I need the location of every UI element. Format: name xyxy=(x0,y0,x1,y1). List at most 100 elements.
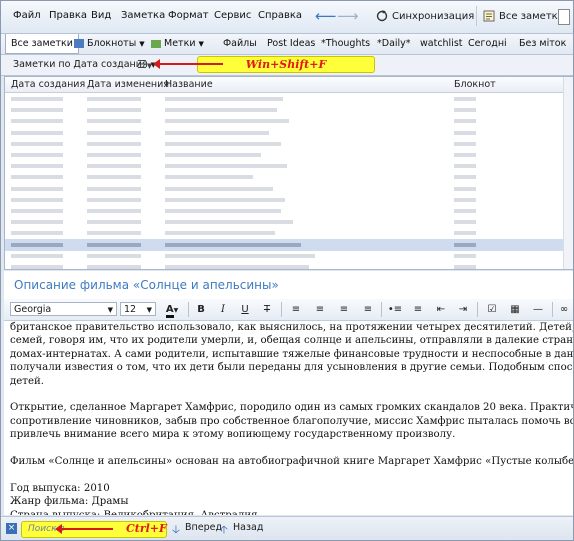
note-list-row[interactable] xyxy=(5,160,573,172)
menu-edit[interactable]: Правка xyxy=(49,10,87,21)
note-list-row[interactable] xyxy=(5,171,573,183)
checkbox-icon[interactable]: ☑ xyxy=(484,302,500,317)
tags-dropdown[interactable]: Метки ▼ xyxy=(151,34,204,54)
note-paragraph-line xyxy=(4,442,573,455)
horizontal-rule-icon[interactable]: — xyxy=(530,302,546,317)
blurred-cell xyxy=(11,108,63,113)
strikethrough-button[interactable]: T xyxy=(259,302,275,317)
annotation-win-shift-f: Win+Shift+F xyxy=(197,56,375,73)
col-notebook[interactable]: Блокнот xyxy=(454,79,496,90)
col-modified[interactable]: Дата изменения xyxy=(87,79,169,90)
table-icon[interactable]: ▦ xyxy=(507,302,523,317)
note-list-row[interactable] xyxy=(5,227,573,239)
menu-format[interactable]: Формат xyxy=(168,10,209,21)
note-paragraph-line: домах-интернатах. А сами родители, испыт… xyxy=(10,348,573,360)
toolbar-separator xyxy=(281,302,282,317)
view-mode-icon[interactable]: ☰▼ xyxy=(137,58,152,71)
col-created[interactable]: Дата создания xyxy=(11,79,85,90)
italic-button[interactable]: I xyxy=(215,302,231,317)
tag-today[interactable]: Сегодні xyxy=(468,34,507,54)
back-up-arrow-icon[interactable]: 🡡 xyxy=(220,521,228,540)
blurred-cell xyxy=(454,220,476,225)
blurred-cell xyxy=(87,242,141,247)
menu-tools[interactable]: Сервис xyxy=(214,10,251,21)
note-list-row[interactable] xyxy=(5,93,573,105)
note-list-row[interactable] xyxy=(5,183,573,195)
blurred-cell xyxy=(87,175,141,180)
align-right-icon[interactable]: ≡ xyxy=(336,302,352,317)
all-notes-view-button[interactable]: Все заметки xyxy=(476,6,570,26)
note-editor[interactable]: британское правительство использовало, к… xyxy=(4,321,573,515)
find-next-button[interactable]: Вперед xyxy=(185,522,222,533)
align-justify-icon[interactable]: ≡ xyxy=(360,302,376,317)
underline-button[interactable]: U xyxy=(237,302,253,317)
note-list-row[interactable] xyxy=(5,115,573,127)
find-previous-button[interactable]: Назад xyxy=(233,522,263,533)
note-list-row[interactable] xyxy=(5,238,573,251)
note-list-row[interactable] xyxy=(5,216,573,228)
blurred-cell xyxy=(87,209,141,213)
toolbar-separator xyxy=(188,302,189,317)
notes-list: Дата создания Дата изменения Название Бл… xyxy=(4,76,573,270)
tag-post-ideas[interactable]: Post Ideas xyxy=(267,34,315,54)
blurred-cell xyxy=(87,265,141,269)
toolbar-separator xyxy=(477,302,478,317)
menu-help[interactable]: Справка xyxy=(258,10,302,21)
blurred-cell xyxy=(87,186,141,191)
indent-icon[interactable]: ⇥ xyxy=(455,302,471,317)
note-title-bar: Описание фильма «Солнце и апельсины» xyxy=(4,271,573,300)
numbered-list-icon[interactable]: ≡ xyxy=(410,302,426,317)
notebook-icon xyxy=(74,39,84,48)
align-left-icon[interactable]: ≡ xyxy=(288,302,304,317)
align-center-icon[interactable]: ≡ xyxy=(312,302,328,317)
note-list-row[interactable] xyxy=(5,104,573,116)
bulleted-list-icon[interactable]: •≡ xyxy=(387,302,403,317)
note-list-row[interactable] xyxy=(5,138,573,150)
note-list-row[interactable] xyxy=(5,261,573,269)
forward-down-arrow-icon[interactable]: 🡣 xyxy=(172,521,180,540)
menu-file[interactable]: Файл xyxy=(13,10,41,21)
annotation-arrow-sort xyxy=(153,59,223,69)
back-arrow-icon[interactable]: ⟵ xyxy=(315,8,337,24)
tag-thoughts[interactable]: *Thoughts xyxy=(321,34,370,54)
blurred-cell xyxy=(165,130,269,135)
note-list-row[interactable] xyxy=(5,127,573,139)
note-paragraph-line: детей. xyxy=(10,375,44,387)
list-scrollbar[interactable] xyxy=(563,77,573,269)
window-edge-icon xyxy=(558,9,570,25)
note-list-row[interactable] xyxy=(5,250,573,262)
blurred-cell xyxy=(165,164,287,169)
tag-watchlist[interactable]: watchlist xyxy=(420,34,463,54)
notebooks-label: Блокноты xyxy=(87,38,137,49)
blurred-cell xyxy=(454,265,476,269)
note-title[interactable]: Описание фильма «Солнце и апельсины» xyxy=(14,278,279,292)
font-family-select[interactable]: Georgia ▼ xyxy=(10,302,117,316)
blurred-cell xyxy=(165,153,261,157)
tag-untagged[interactable]: Без міток xyxy=(519,34,566,54)
blurred-cell xyxy=(165,197,285,202)
notebooks-dropdown[interactable]: Блокноты ▼ xyxy=(74,34,145,54)
menu-view[interactable]: Вид xyxy=(91,10,111,21)
col-title[interactable]: Название xyxy=(165,79,213,90)
forward-arrow-icon[interactable]: ⟶ xyxy=(337,8,359,24)
outdent-icon[interactable]: ⇤ xyxy=(433,302,449,317)
menu-note[interactable]: Заметка xyxy=(121,10,165,21)
sync-button[interactable]: Синхронизация xyxy=(370,6,480,26)
blurred-cell xyxy=(165,242,301,247)
sort-dropdown[interactable]: Заметки по Дата создания ▼ xyxy=(13,59,156,70)
close-find-icon[interactable]: × xyxy=(6,523,17,534)
note-list-row[interactable] xyxy=(5,194,573,206)
sync-icon xyxy=(376,10,388,22)
tag-daily[interactable]: *Daily* xyxy=(377,34,411,54)
font-size-select[interactable]: 12 ▼ xyxy=(120,302,156,316)
tag-files[interactable]: Файлы xyxy=(223,34,257,54)
blurred-cell xyxy=(165,175,253,180)
blurred-cell xyxy=(87,97,141,101)
bold-button[interactable]: B xyxy=(193,302,209,317)
attach-icon[interactable]: ∞ xyxy=(556,302,572,317)
blurred-cell xyxy=(454,108,476,113)
note-list-row[interactable] xyxy=(5,149,573,161)
note-list-row[interactable] xyxy=(5,205,573,217)
tab-all-notes[interactable]: Все заметки xyxy=(5,34,79,54)
font-color-button[interactable]: A▼ xyxy=(161,302,183,318)
